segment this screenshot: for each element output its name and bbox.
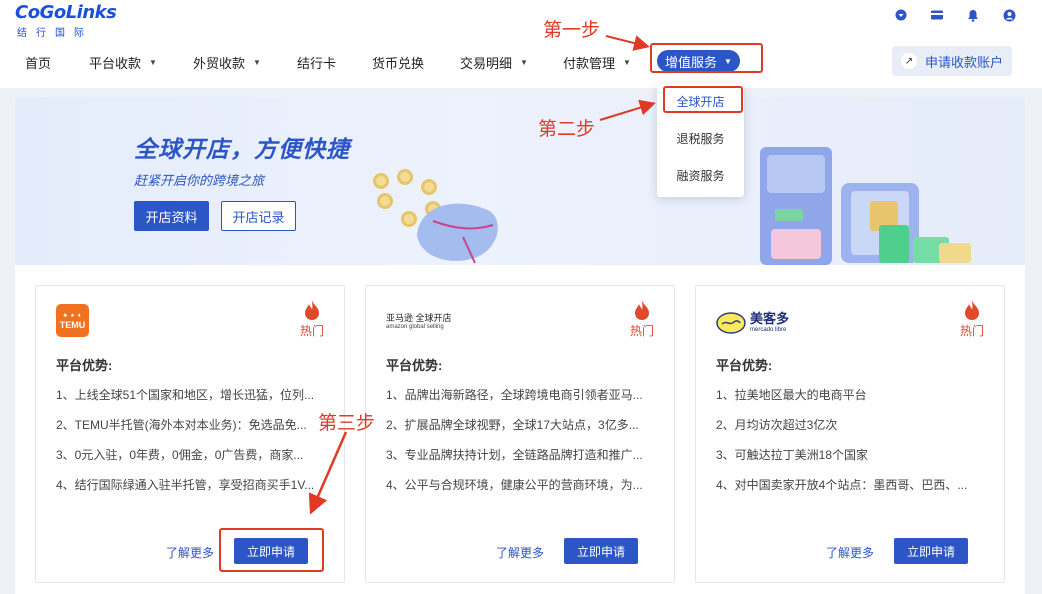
step1-label: 第一步 — [543, 19, 601, 41]
bell-icon[interactable] — [966, 8, 980, 22]
nav-item-currency-exchange[interactable]: 货币兑换 — [372, 48, 424, 76]
temu-logo-text: TEMU — [59, 319, 86, 330]
caret-down-icon: ▼ — [724, 56, 732, 66]
apply-account-button[interactable]: ↗ 申请收款账户 — [892, 46, 1012, 76]
theme-icon[interactable] — [894, 8, 908, 22]
caret-down-icon: ▼ — [149, 57, 157, 67]
nav-item-payment-management[interactable]: 付款管理 ▼ — [563, 48, 631, 76]
nav-label: 付款管理 — [563, 55, 616, 71]
nav-label: 首页 — [25, 55, 52, 71]
nav-item-value-added-services[interactable]: 增值服务 ▼ — [657, 50, 740, 72]
advantage-item: 3、0元入驻，0年费，0佣金，0广告费，商家... — [56, 448, 304, 462]
advantage-item: 1、上线全球51个国家和地区，增长迅猛，位列... — [56, 388, 315, 402]
nav-item-card[interactable]: 结行卡 — [297, 48, 336, 76]
advantage-item: 4、公平与合规环境，健康公平的营商环境，为... — [386, 478, 643, 492]
nav-item-home[interactable]: 首页 — [25, 48, 51, 76]
top-header: CoGoLinks 结行国际 首页 平台收款 ▼ 外贸收款 ▼ 结行卡 货币兑换… — [0, 0, 1042, 88]
apply-now-button[interactable]: 立即申请 — [234, 538, 308, 564]
learn-more-link[interactable]: 了解更多 — [166, 544, 214, 561]
mercado-libre-logo: 美客多 mercado libre — [716, 306, 789, 340]
arrow-icon: ↗ — [900, 53, 917, 69]
advantage-item: 2、月均访次超过3亿次 — [716, 418, 838, 432]
step3-label: 第三步 — [318, 412, 376, 434]
advantage-item: 1、拉美地区最大的电商平台 — [716, 388, 867, 402]
advantage-item: 4、对中国卖家开放4个站点：墨西哥、巴西、... — [716, 478, 968, 492]
mercado-libre-logo-sub: mercado libre — [750, 327, 787, 333]
menu-item-financing[interactable]: 融资服务 — [657, 162, 744, 188]
hot-badge: 热门 — [960, 300, 984, 339]
menu-item-tax-refund[interactable]: 退税服务 — [657, 125, 744, 151]
hot-label: 热门 — [300, 324, 325, 338]
platform-card-mercado-libre: 美客多 mercado libre 热门 平台优势: 1、拉美地区最大的电商平台… — [695, 285, 1005, 583]
amazon-logo-sub: amazon global selling — [386, 324, 444, 330]
store-records-button[interactable]: 开店记录 — [221, 201, 296, 231]
advantage-item: 3、专业品牌扶持计划，全链路品牌打造和推广... — [386, 448, 643, 462]
apply-now-button[interactable]: 立即申请 — [564, 538, 638, 564]
user-icon[interactable] — [1002, 8, 1016, 22]
flame-icon — [305, 300, 319, 320]
caret-down-icon: ▼ — [623, 57, 631, 67]
temu-logo: ♣ ♠ ♦ TEMU — [56, 304, 89, 338]
nav-item-trade-collection[interactable]: 外贸收款 ▼ — [193, 48, 261, 76]
brand-name: CoGoLinks — [15, 2, 117, 23]
hero-banner: 全球开店，方便快捷 赶紧开启你的跨境之旅 开店资料 开店记录 — [15, 97, 1025, 265]
brand-logo[interactable]: CoGoLinks 结行国际 — [15, 2, 117, 39]
amazon-logo: 亚马逊 全球开店 amazon global selling — [386, 311, 452, 345]
nav-item-transactions[interactable]: 交易明细 ▼ — [460, 48, 528, 76]
mercado-libre-logo-text: 美客多 — [750, 311, 790, 326]
handshake-icon — [716, 312, 746, 334]
nav-label: 结行卡 — [297, 55, 337, 71]
platform-card-temu: ♣ ♠ ♦ TEMU 热门 平台优势: 1、上线全球51个国家和地区，增长迅猛，… — [35, 285, 345, 583]
store-materials-button[interactable]: 开店资料 — [134, 201, 209, 231]
advantage-item: 4、结行国际绿通入驻半托管，享受招商买手1V... — [56, 478, 315, 492]
advantage-item: 1、品牌出海新路径，全球跨境电商引领者亚马... — [386, 388, 643, 402]
nav-label: 平台收款 — [89, 55, 142, 71]
advantage-item: 3、可触达拉丁美洲18个国家 — [716, 448, 869, 462]
value-added-services-menu: 全球开店 退税服务 融资服务 — [657, 84, 744, 197]
hot-badge: 热门 — [300, 300, 324, 339]
brand-subtitle: 结行国际 — [17, 28, 93, 39]
advantage-title: 平台优势: — [386, 358, 443, 373]
nav-label: 外贸收款 — [193, 55, 246, 71]
flame-icon — [635, 300, 649, 320]
flame-icon — [965, 300, 979, 320]
caret-down-icon: ▼ — [520, 57, 528, 67]
amazon-logo-text: 亚马逊 全球开店 — [386, 313, 452, 323]
step2-label: 第二步 — [538, 118, 596, 140]
apply-account-label: 申请收款账户 — [924, 54, 1003, 70]
top-icon-bar — [894, 8, 1016, 22]
main-nav: 首页 平台收款 ▼ 外贸收款 ▼ 结行卡 货币兑换 交易明细 ▼ 付款管理 ▼ — [0, 48, 1042, 76]
hot-label: 热门 — [960, 324, 985, 338]
nav-label: 增值服务 — [665, 54, 718, 70]
apply-now-button[interactable]: 立即申请 — [894, 538, 968, 564]
advantage-item: 2、TEMU半托管(海外本对本业务)：免选品免... — [56, 418, 307, 432]
advantage-item: 2、扩展品牌全球视野，全球17大站点，3亿多... — [386, 418, 639, 432]
advantage-title: 平台优势: — [716, 358, 773, 373]
card-icon[interactable] — [930, 8, 944, 22]
nav-label: 货币兑换 — [372, 55, 425, 71]
learn-more-link[interactable]: 了解更多 — [826, 544, 874, 561]
banner-title: 全球开店，方便快捷 — [134, 136, 350, 162]
platform-card-amazon: 亚马逊 全球开店 amazon global selling 热门 平台优势: … — [365, 285, 675, 583]
advantage-title: 平台优势: — [56, 358, 113, 373]
nav-item-platform-collection[interactable]: 平台收款 ▼ — [89, 48, 157, 76]
learn-more-link[interactable]: 了解更多 — [496, 544, 544, 561]
nav-label: 交易明细 — [460, 55, 513, 71]
caret-down-icon: ▼ — [253, 57, 261, 67]
menu-item-global-store[interactable]: 全球开店 — [657, 88, 744, 114]
hot-label: 热门 — [630, 324, 655, 338]
banner-subtitle: 赶紧开启你的跨境之旅 — [134, 173, 265, 188]
hot-badge: 热门 — [630, 300, 654, 339]
